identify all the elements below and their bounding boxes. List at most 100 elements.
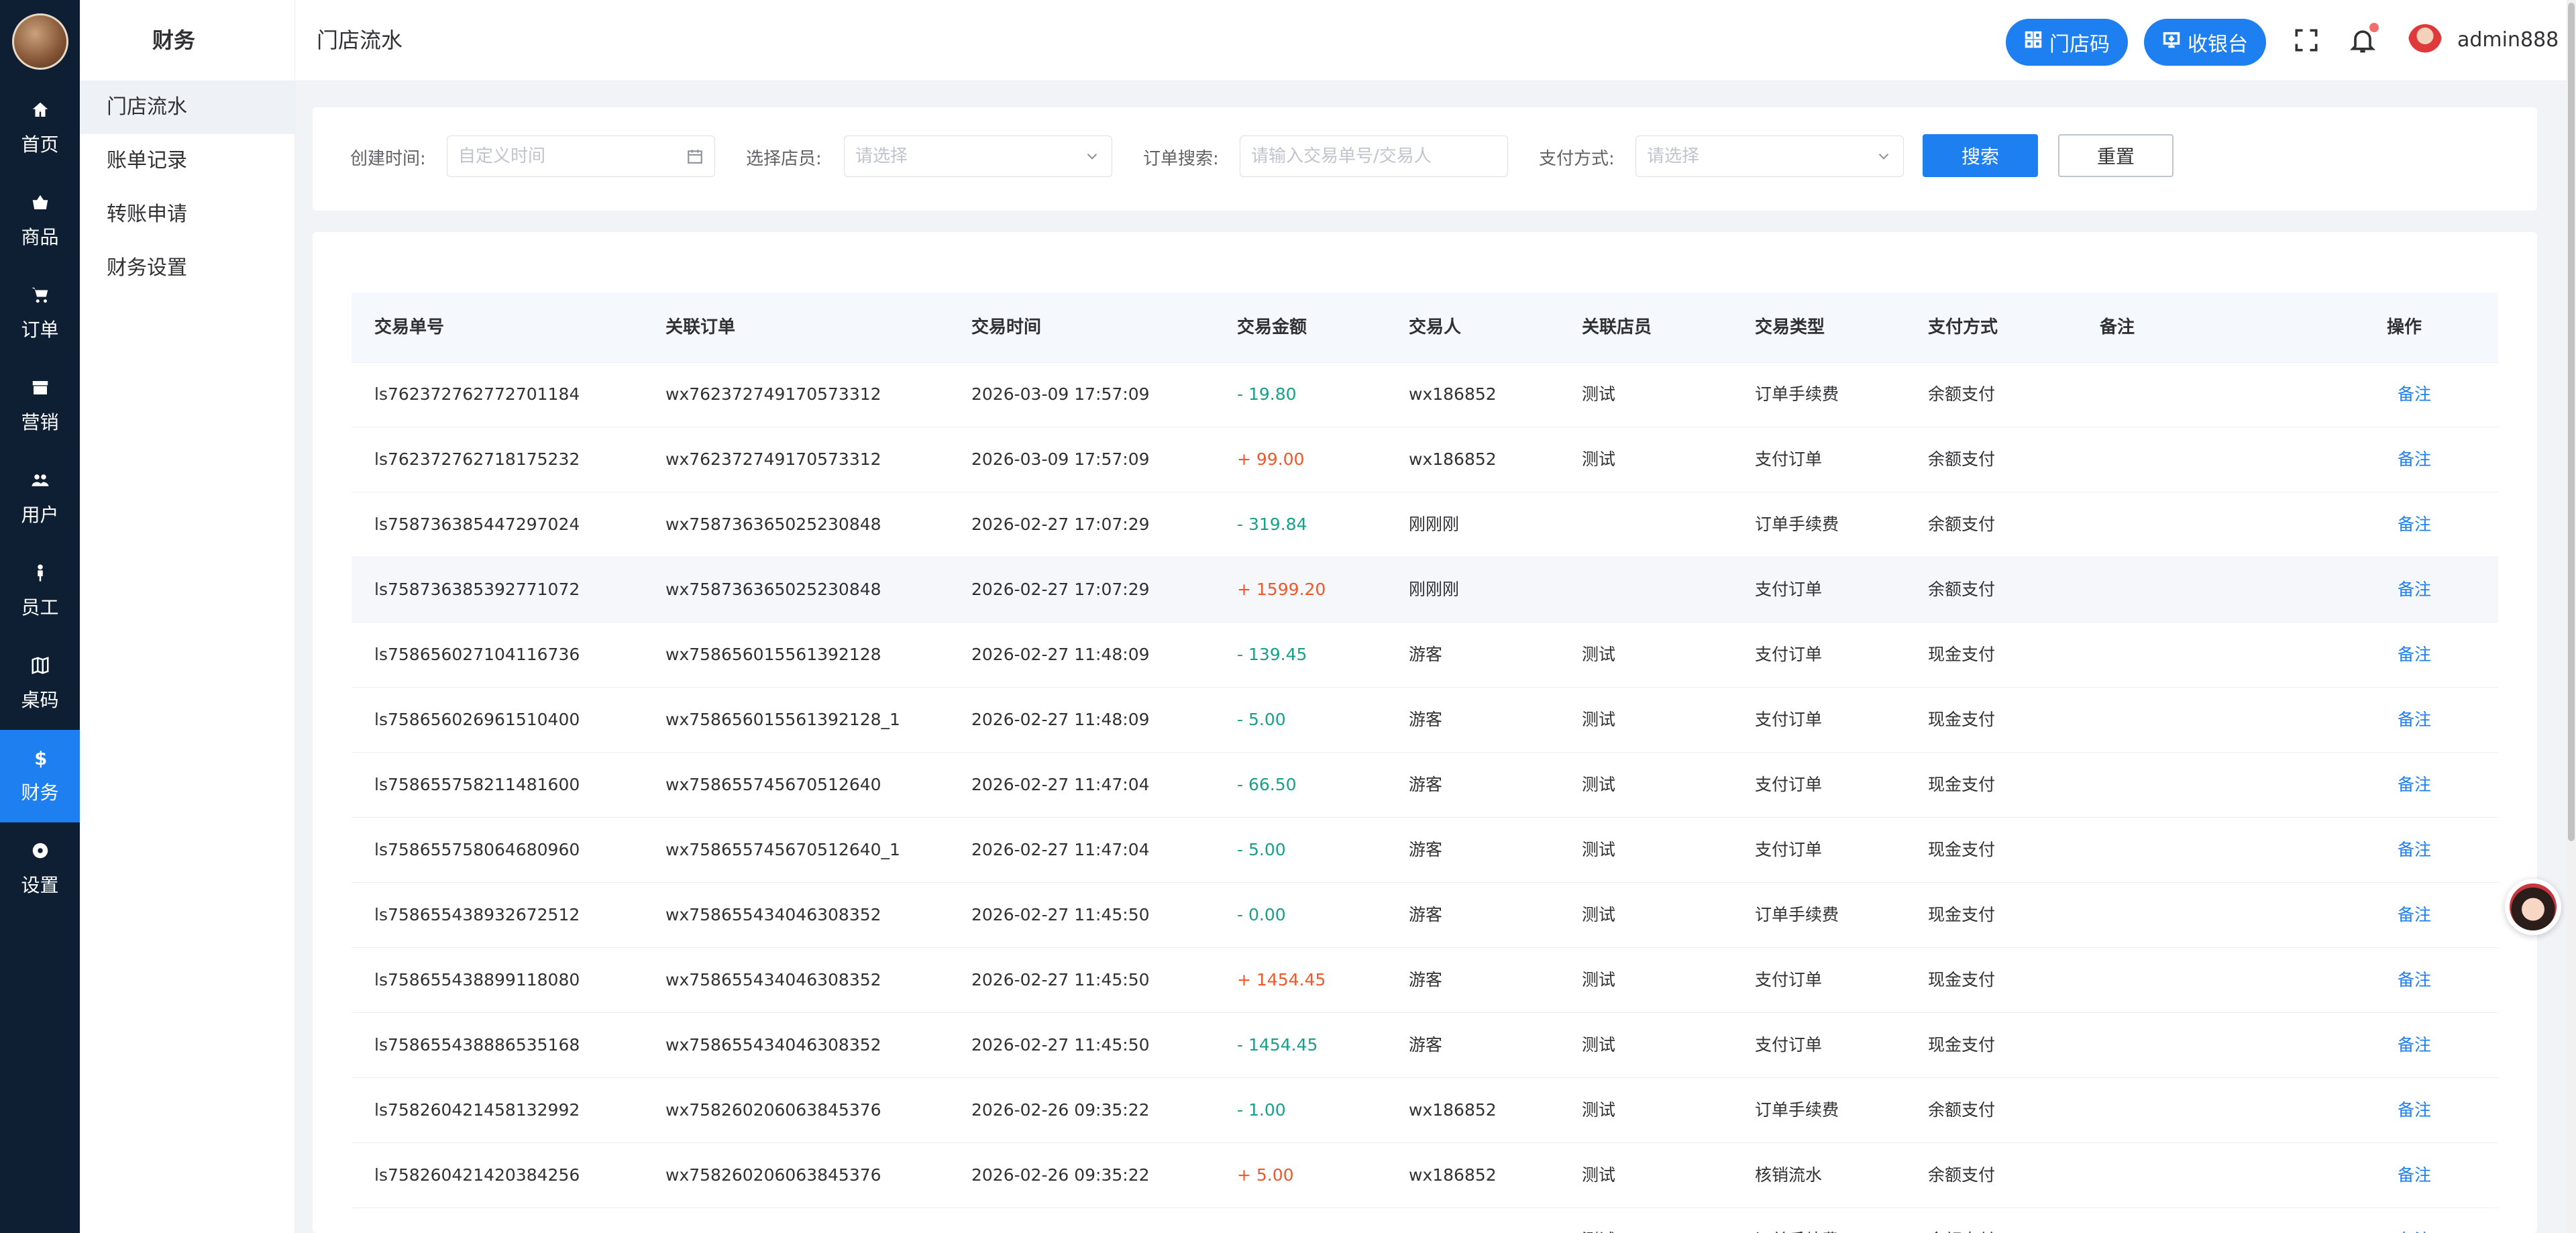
cell-pay-method: 现金支付 [1928, 645, 1996, 664]
cell-related-order: wx758260206063845376 [665, 1165, 881, 1185]
order-search-label: 订单搜索: [1143, 149, 1219, 169]
note-action-link[interactable]: 备注 [2398, 557, 2431, 622]
cell-transaction-id: ls758655438932672512 [374, 905, 580, 924]
note-action-link[interactable]: 备注 [2398, 948, 2431, 1012]
cell-transaction-time: 2026-02-27 11:47:04 [971, 775, 1150, 794]
cell-staff: 测试 [1582, 840, 1616, 859]
note-action-link[interactable]: 备注 [2398, 362, 2431, 427]
chevron-down-icon [1878, 153, 1889, 160]
staff-label: 选择店员: [746, 149, 822, 169]
cell-amount: + 1454.45 [1237, 970, 1326, 989]
cell-related-order: wx758736365025230848 [665, 580, 881, 599]
cell-staff: 测试 [1582, 1208, 1615, 1233]
cell-pay-method: 现金支付 [1928, 905, 1996, 924]
cell-amount: - 1.00 [1237, 1100, 1286, 1120]
note-action-link[interactable]: 备注 [2398, 688, 2431, 752]
cell-amount: - 3.00 [1237, 1208, 1286, 1233]
nav-item-basket[interactable]: 商品 [0, 174, 80, 267]
cell-related-order: wx762372749170573312 [665, 449, 881, 469]
cell-person: 刚刚刚 [1409, 580, 1460, 599]
cell-pay-method: 余额支付 [1928, 449, 1996, 469]
note-action-link[interactable]: 备注 [2398, 753, 2431, 817]
username[interactable]: admin888 [2457, 0, 2559, 81]
nav-item-home[interactable]: 首页 [0, 82, 80, 174]
table-header: 交易单号 关联订单 交易时间 交易金额 交易人 关联店员 交易类型 支付方式 备… [352, 292, 2498, 363]
cell-type: 订单手续费 [1755, 1208, 1839, 1233]
col-action: 操作 [2387, 317, 2422, 337]
cell-related-order: wx758656015561392128_1 [665, 710, 900, 729]
note-action-link[interactable]: 备注 [2398, 1143, 2431, 1208]
cell-transaction-time: 2026-02-25 16:48:54 [971, 1208, 1150, 1233]
customer-service-button[interactable] [2505, 879, 2561, 935]
cell-staff: 测试 [1582, 970, 1616, 989]
note-action-link[interactable]: 备注 [2398, 818, 2431, 882]
nav-item-label: 用户 [21, 503, 59, 526]
scrollbar-thumb[interactable] [2568, 3, 2575, 841]
pay-method-select[interactable]: 请选择 [1635, 136, 1904, 177]
subnav-item-finance-settings[interactable]: 财务设置 [80, 242, 294, 295]
table-row: ls758655438932672512 wx758655434046308352… [352, 883, 2498, 948]
cell-person: 游客 [1409, 710, 1443, 729]
nav-item-cart[interactable]: 订单 [0, 267, 80, 360]
note-action-link[interactable]: 备注 [2398, 1208, 2431, 1233]
created-time-placeholder: 自定义时间 [458, 146, 546, 166]
reset-button[interactable]: 重置 [2058, 134, 2174, 177]
cell-person: 游客 [1409, 775, 1443, 794]
store-code-button[interactable]: 门店码 [2006, 19, 2128, 66]
subnav-item-transfer-request[interactable]: 转账申请 [80, 188, 294, 242]
notification-bell-icon[interactable] [2348, 23, 2379, 55]
nav-item-label: 员工 [21, 596, 59, 619]
store-code-label: 门店码 [2049, 33, 2110, 56]
cell-type: 支付订单 [1755, 1035, 1823, 1055]
cell-related-order: wx758655745670512640 [665, 775, 881, 794]
cell-transaction-time: 2026-02-26 09:35:22 [971, 1100, 1150, 1120]
cell-transaction-time: 2026-03-09 17:57:09 [971, 384, 1150, 404]
nav-item-person[interactable]: 员工 [0, 545, 80, 637]
note-action-link[interactable]: 备注 [2398, 427, 2431, 492]
col-transaction-time: 交易时间 [971, 317, 1042, 337]
cell-staff: 测试 [1582, 1035, 1616, 1055]
fullscreen-icon[interactable] [2292, 25, 2321, 55]
subnav-item-bill-records[interactable]: 账单记录 [80, 134, 294, 188]
user-avatar[interactable] [2408, 24, 2442, 58]
nav-item-label: 桌码 [21, 688, 59, 711]
table-row: ls758260421420384256 wx758260206063845376… [352, 1143, 2498, 1208]
nav-item-users[interactable]: 用户 [0, 452, 80, 545]
nav-item-map[interactable]: 桌码 [0, 637, 80, 730]
table-row: ls762372762772701184 wx762372749170573312… [352, 362, 2498, 427]
note-action-link[interactable]: 备注 [2398, 883, 2431, 947]
page-scrollbar[interactable] [2567, 0, 2576, 1233]
note-action-link[interactable]: 备注 [2398, 1013, 2431, 1077]
order-search-input[interactable]: 请输入交易单号/交易人 [1240, 136, 1508, 177]
note-action-link[interactable]: 备注 [2398, 1078, 2431, 1142]
created-time-picker[interactable]: 自定义时间 [447, 136, 715, 177]
cell-type: 支付订单 [1755, 449, 1823, 469]
cell-type: 支付订单 [1755, 710, 1823, 729]
cell-staff: 测试 [1582, 384, 1616, 404]
staff-select[interactable]: 请选择 [844, 136, 1112, 177]
search-button[interactable]: 搜索 [1923, 134, 2038, 177]
cell-amount: + 99.00 [1237, 449, 1305, 469]
main-nav: 首页 商品 订单 营销用户员工桌码 $ 财务 设置 [0, 0, 80, 1233]
cell-pay-method: 余额支付 [1928, 1100, 1996, 1120]
box-icon [30, 378, 50, 403]
cell-person: wx186852 [1409, 449, 1497, 469]
cell-type: 支付订单 [1755, 840, 1823, 859]
cashier-button[interactable]: 收银台 [2144, 19, 2266, 66]
cell-amount: - 139.45 [1237, 645, 1307, 664]
chevron-down-icon [1087, 153, 1097, 160]
cell-pay-method: 现金支付 [1928, 1035, 1996, 1055]
cell-amount: - 66.50 [1237, 775, 1297, 794]
col-amount: 交易金额 [1237, 317, 1307, 337]
cell-person: wx186852 [1409, 1208, 1497, 1233]
subnav-item-store-flow[interactable]: 门店流水 [80, 81, 294, 134]
nav-item-dollar[interactable]: $ 财务 [0, 730, 80, 822]
cell-transaction-time: 2026-02-27 11:45:50 [971, 970, 1150, 989]
nav-item-gear[interactable]: 设置 [0, 822, 80, 915]
cell-transaction-id: ls758655758211481600 [374, 775, 580, 794]
note-action-link[interactable]: 备注 [2398, 623, 2431, 687]
cell-amount: - 1454.45 [1237, 1035, 1318, 1055]
cell-person: 游客 [1409, 905, 1443, 924]
note-action-link[interactable]: 备注 [2398, 492, 2431, 557]
nav-item-box[interactable]: 营销 [0, 360, 80, 452]
